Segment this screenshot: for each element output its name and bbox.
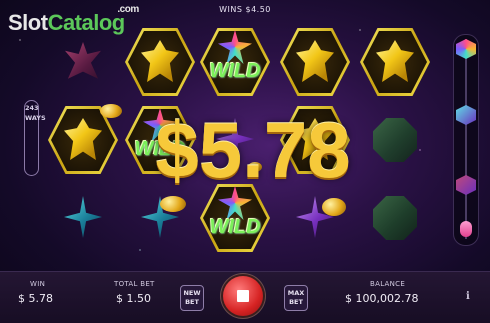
new-bet-button[interactable]: NEW BET (180, 285, 204, 311)
wild-label: WILD (209, 60, 261, 82)
ways-label: WAYS (25, 114, 46, 122)
slot-game: SlotCatalog .com WINS $4.50 243 WAYS WILD… (0, 0, 490, 323)
dark-red-gem-symbol (48, 28, 118, 96)
progress-side-panel (453, 34, 479, 246)
multi-gem-icon (456, 39, 476, 59)
yellow-gem-symbol (125, 28, 195, 96)
green-gem-icon (373, 196, 417, 240)
win-label: WIN (30, 280, 46, 288)
gold-coin (322, 198, 346, 216)
stop-icon (237, 290, 249, 302)
wins-display: WINS $4.50 (219, 5, 271, 14)
wild-symbol: WILD (200, 184, 270, 252)
progress-track (465, 39, 467, 239)
teal-gem-symbol (125, 184, 195, 252)
win-value: $ 5.78 (18, 292, 53, 305)
wild-symbol: WILD (200, 28, 270, 96)
green-gem-symbol (360, 184, 430, 252)
balance-value: $ 100,002.78 (345, 292, 419, 305)
yellow-gem-symbol (360, 28, 430, 96)
big-win-amount: $5.78 (155, 106, 351, 194)
max-bet-button[interactable]: MAX BET (284, 285, 308, 311)
ways-number: 243 (25, 104, 39, 112)
teal-gem-icon (64, 196, 102, 238)
wild-label: WILD (209, 216, 261, 238)
gold-coin (160, 196, 186, 212)
progress-fill (460, 221, 472, 237)
dark-red-gem-icon (65, 42, 101, 79)
total-bet-label: TOTAL BET (114, 280, 155, 288)
purple-gem-icon (456, 175, 476, 195)
balance-label: BALANCE (370, 280, 406, 288)
ways-indicator: 243 WAYS (24, 100, 46, 176)
stop-spin-button[interactable] (223, 276, 263, 316)
teal-gem-icon (456, 105, 476, 125)
teal-gem-symbol (48, 184, 118, 252)
purple-gem-symbol (280, 184, 350, 252)
info-icon[interactable]: i (466, 291, 470, 302)
total-bet-value: $ 1.50 (116, 292, 151, 305)
yellow-gem-symbol (280, 28, 350, 96)
